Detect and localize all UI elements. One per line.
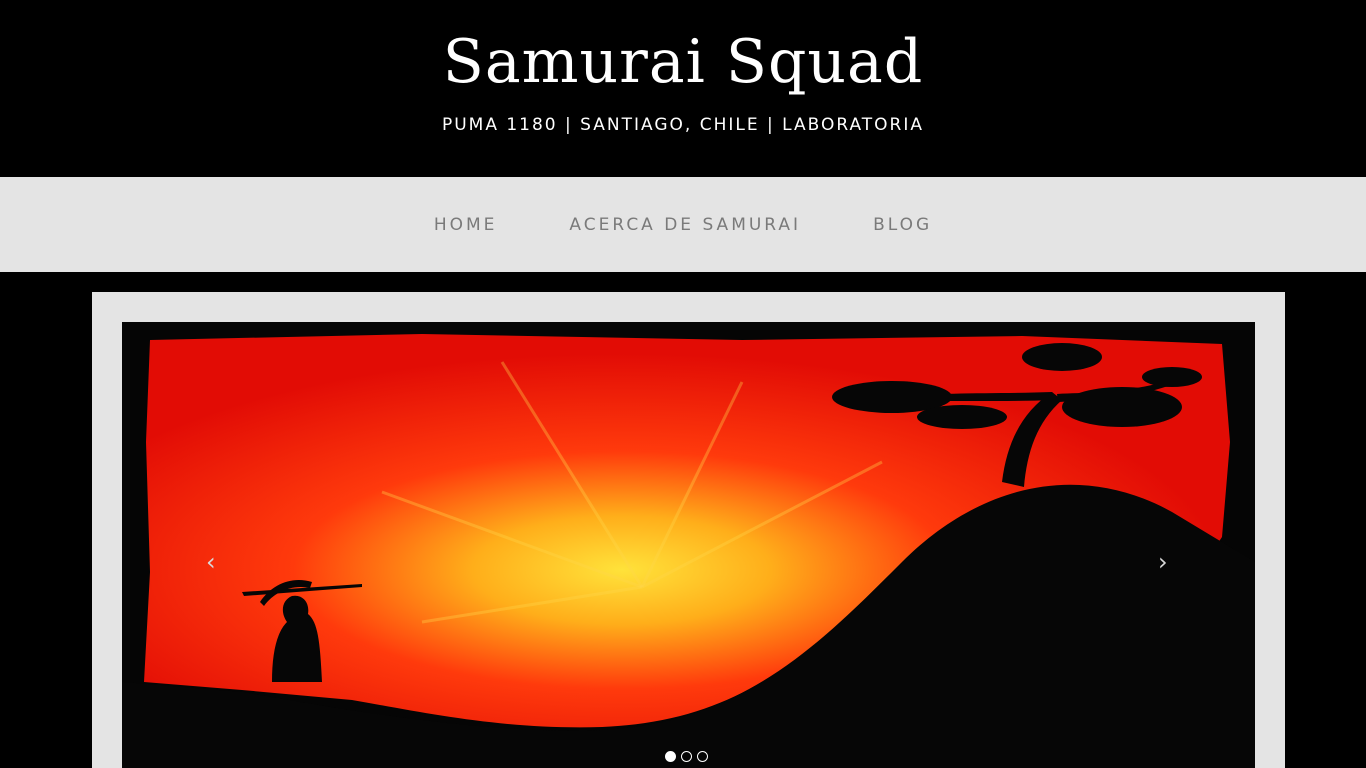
- site-header: Samurai Squad PUMA 1180 | SANTIAGO, CHIL…: [0, 0, 1366, 177]
- site-title[interactable]: Samurai Squad: [0, 24, 1366, 100]
- image-slider[interactable]: ‹ ›: [122, 322, 1255, 768]
- nav-item-home[interactable]: HOME: [434, 215, 498, 235]
- slider-pagination: [665, 751, 713, 763]
- slider-next-icon[interactable]: ›: [1158, 550, 1168, 574]
- slide-dot-2[interactable]: [681, 751, 692, 762]
- slide-image: [122, 322, 1255, 768]
- content-wrapper: ‹ ›: [92, 292, 1285, 768]
- nav-list: HOME ACERCA DE SAMURAI BLOG: [0, 177, 1366, 272]
- slide-dot-1[interactable]: [665, 751, 676, 762]
- nav-item-acerca-de-samurai[interactable]: ACERCA DE SAMURAI: [569, 215, 801, 235]
- slide-dot-3[interactable]: [697, 751, 708, 762]
- main-nav: HOME ACERCA DE SAMURAI BLOG: [0, 177, 1366, 272]
- nav-item-blog[interactable]: BLOG: [873, 215, 932, 235]
- slider-prev-icon[interactable]: ‹: [206, 550, 216, 574]
- site-tagline: PUMA 1180 | SANTIAGO, CHILE | LABORATORI…: [441, 115, 925, 135]
